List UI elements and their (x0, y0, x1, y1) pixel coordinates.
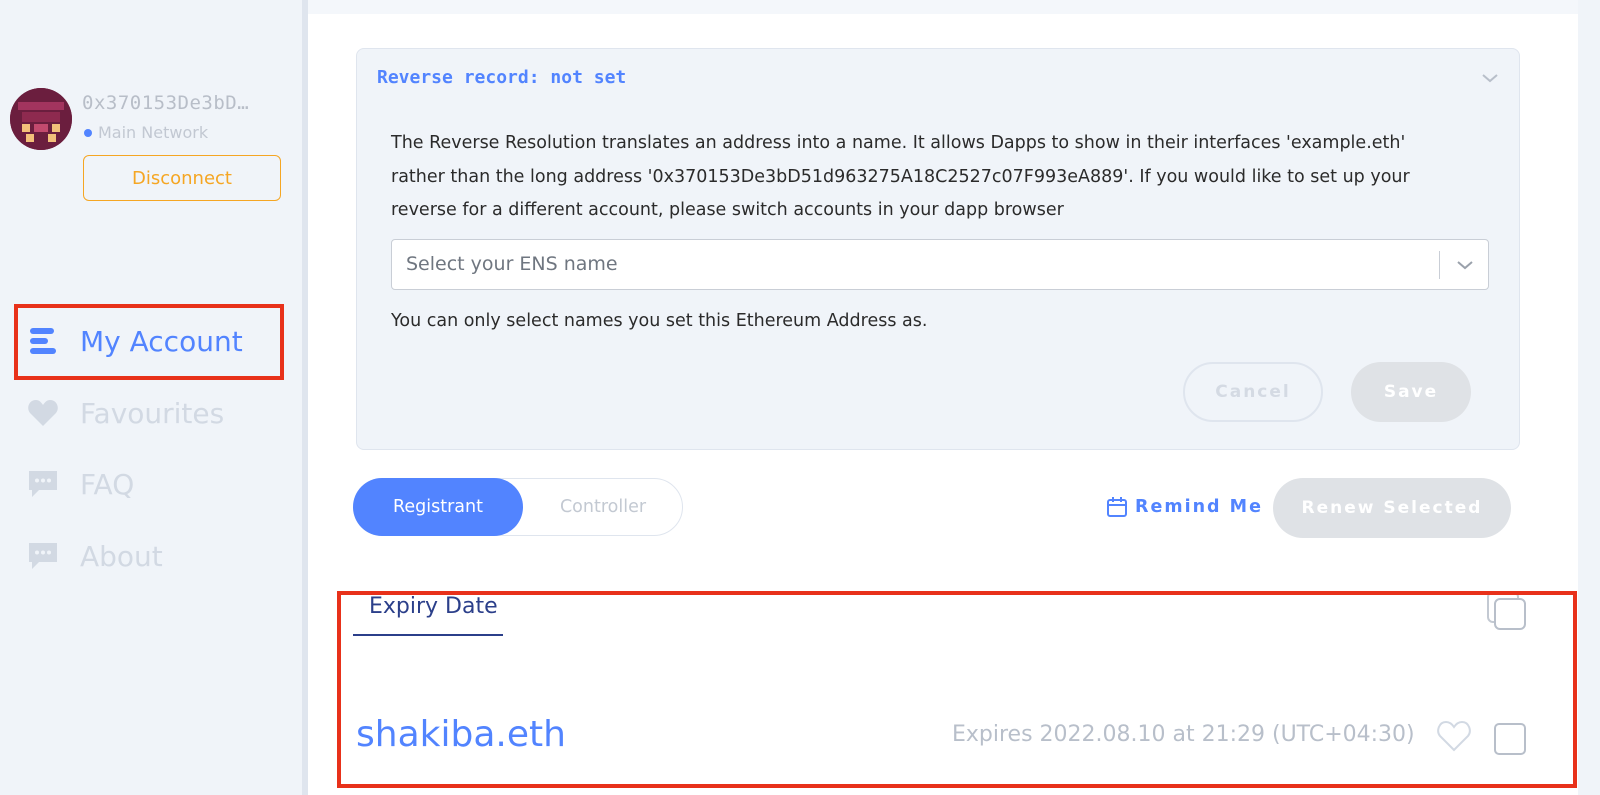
sidebar-item-about[interactable]: About (26, 526, 163, 586)
remind-me-button[interactable]: Remind Me (1105, 495, 1263, 519)
network-indicator: Main Network (82, 123, 208, 142)
network-label: Main Network (98, 123, 209, 142)
chat-bubble-icon (26, 539, 60, 573)
account-icon (26, 324, 60, 358)
controller-tab[interactable]: Controller (524, 479, 682, 535)
account-avatar (10, 88, 72, 150)
sidebar-item-label: About (80, 539, 163, 573)
remind-me-label: Remind Me (1135, 497, 1263, 517)
sidebar-item-my-account[interactable]: My Account (26, 311, 243, 371)
reverse-record-note: You can only select names you set this E… (391, 311, 928, 331)
row-checkbox[interactable] (1494, 723, 1526, 755)
favourite-heart-icon[interactable] (1436, 719, 1472, 753)
sidebar: 0x370153De3bD… Main Network Disconnect M… (0, 0, 302, 795)
expiry-text: Expires 2022.08.10 at 21:29 (UTC+04:30) (952, 722, 1415, 747)
select-all-checkbox[interactable] (1486, 590, 1528, 632)
sidebar-item-label: FAQ (80, 467, 135, 501)
chat-bubble-icon (26, 467, 60, 501)
chevron-down-icon[interactable] (1456, 256, 1474, 274)
top-bar (308, 0, 1578, 14)
disconnect-button[interactable]: Disconnect (83, 155, 281, 201)
sidebar-item-label: My Account (80, 324, 243, 358)
account-address: 0x370153De3bD… (82, 92, 250, 114)
chevron-up-icon[interactable] (1481, 69, 1499, 87)
calendar-icon (1107, 497, 1127, 517)
reverse-record-title[interactable]: Reverse record: not set (377, 67, 626, 88)
sidebar-item-label: Favourites (80, 396, 225, 430)
save-button[interactable]: Save (1351, 362, 1471, 422)
cancel-button[interactable]: Cancel (1183, 362, 1323, 422)
ens-name-select-placeholder: Select your ENS name (406, 253, 618, 275)
sidebar-item-favourites[interactable]: Favourites (26, 383, 224, 443)
main-content: Reverse record: not set The Reverse Reso… (308, 0, 1578, 795)
domain-name-link[interactable]: shakiba.eth (356, 714, 566, 755)
select-separator (1439, 251, 1440, 279)
heart-icon (26, 396, 60, 430)
registrant-tab[interactable]: Registrant (353, 478, 523, 536)
network-status-dot (84, 128, 92, 137)
reverse-record-description: The Reverse Resolution translates an add… (391, 133, 1410, 220)
renew-selected-button[interactable]: Renew Selected (1273, 478, 1511, 538)
sidebar-item-faq[interactable]: FAQ (26, 454, 134, 514)
reverse-record-panel: Reverse record: not set The Reverse Reso… (356, 48, 1520, 450)
ens-name-select[interactable]: Select your ENS name (391, 239, 1489, 290)
role-toggle: Registrant Controller (353, 478, 683, 536)
sort-tab-expiry-date[interactable]: Expiry Date (353, 594, 503, 636)
